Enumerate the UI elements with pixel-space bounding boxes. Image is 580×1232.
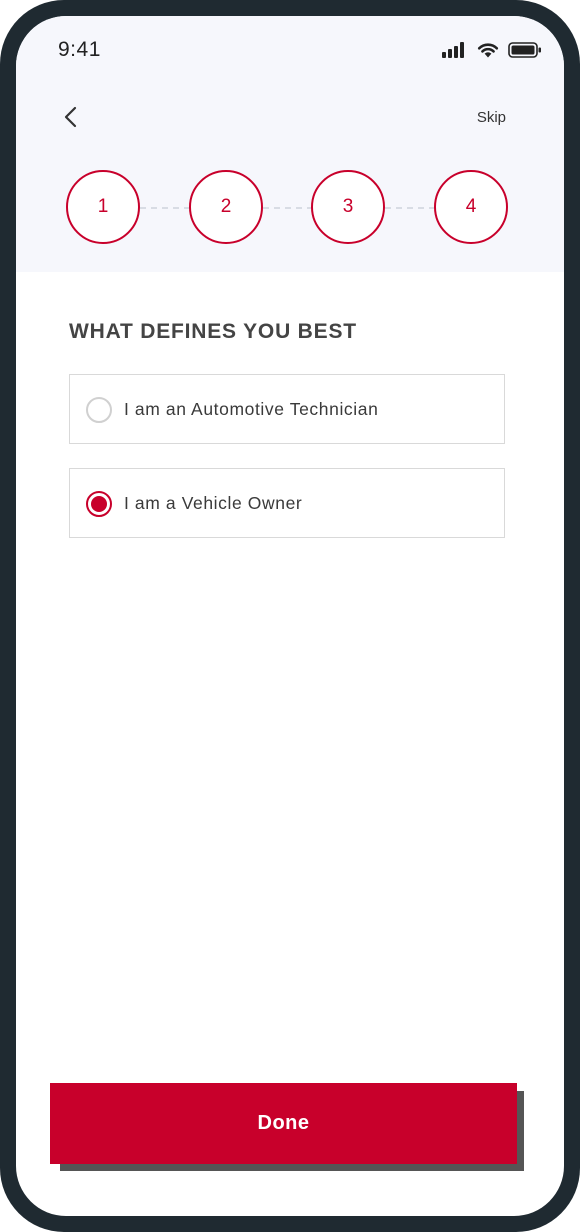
chevron-left-icon xyxy=(64,106,77,128)
step-2[interactable]: 2 xyxy=(189,170,263,244)
wifi-icon xyxy=(477,43,499,58)
option-label: I am a Vehicle Owner xyxy=(124,493,303,513)
option-vehicle-owner[interactable]: I am a Vehicle Owner xyxy=(69,468,505,538)
header-area: 9:41 Skip 1 2 3 4 xyxy=(16,16,564,272)
step-3[interactable]: 3 xyxy=(311,170,385,244)
option-automotive-technician[interactable]: I am an Automotive Technician xyxy=(69,374,505,444)
step-4[interactable]: 4 xyxy=(434,170,508,244)
skip-link[interactable]: Skip xyxy=(477,109,506,126)
screen: 9:41 Skip 1 2 3 4 WHAT DEFINES YOU BEST … xyxy=(16,16,564,1216)
back-button[interactable] xyxy=(56,102,86,132)
stepper: 1 2 3 4 xyxy=(66,170,508,246)
step-connector xyxy=(385,207,435,209)
option-label: I am an Automotive Technician xyxy=(124,399,379,419)
step-connector xyxy=(140,207,190,209)
phone-frame: 9:41 Skip 1 2 3 4 WHAT DEFINES YOU BEST … xyxy=(0,0,580,1232)
battery-icon xyxy=(508,42,541,58)
radio-button[interactable] xyxy=(86,397,112,423)
radio-button-selected[interactable] xyxy=(86,491,112,517)
status-time: 9:41 xyxy=(58,38,101,61)
cellular-signal-icon xyxy=(442,42,468,58)
done-button[interactable]: Done xyxy=(50,1083,517,1164)
status-icons xyxy=(442,40,542,60)
step-1[interactable]: 1 xyxy=(66,170,140,244)
page-title: WHAT DEFINES YOU BEST xyxy=(69,320,357,343)
step-connector xyxy=(263,207,313,209)
